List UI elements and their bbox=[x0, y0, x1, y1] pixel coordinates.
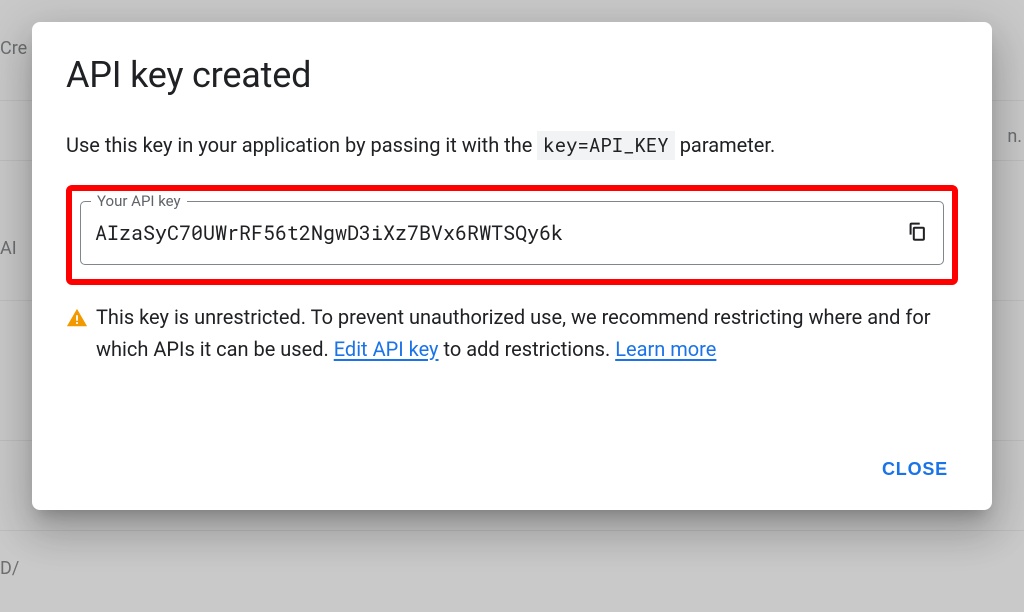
backdrop-text: Cre bbox=[0, 38, 27, 59]
backdrop-divider bbox=[0, 530, 1024, 531]
copy-button[interactable] bbox=[903, 219, 931, 247]
copy-icon bbox=[906, 220, 928, 245]
warning-icon bbox=[66, 306, 88, 338]
modal-title: API key created bbox=[66, 54, 958, 96]
api-key-field: Your API key AIzaSyC70UWrRF56t2NgwD3iXz7… bbox=[80, 201, 944, 265]
backdrop-text: AI bbox=[0, 238, 17, 259]
warning-block: This key is unrestricted. To prevent una… bbox=[66, 301, 958, 365]
edit-api-key-link[interactable]: Edit API key bbox=[334, 337, 439, 361]
description-prefix: Use this key in your application by pass… bbox=[66, 133, 537, 157]
modal-description: Use this key in your application by pass… bbox=[66, 130, 958, 161]
warning-text-middle: to add restrictions. bbox=[439, 337, 616, 361]
api-key-value[interactable]: AIzaSyC70UWrRF56t2NgwD3iXz7BVx6RWTSQy6k bbox=[95, 220, 563, 246]
backdrop-text: D/ bbox=[0, 558, 19, 579]
description-suffix: parameter. bbox=[680, 133, 776, 157]
key-highlight-box: Your API key AIzaSyC70UWrRF56t2NgwD3iXz7… bbox=[66, 185, 958, 285]
warning-text: This key is unrestricted. To prevent una… bbox=[96, 301, 958, 365]
close-button[interactable]: CLOSE bbox=[872, 451, 958, 488]
api-key-created-modal: API key created Use this key in your app… bbox=[32, 22, 992, 510]
modal-actions: CLOSE bbox=[66, 451, 958, 488]
backdrop-text: n. bbox=[1007, 126, 1022, 147]
learn-more-link[interactable]: Learn more bbox=[615, 337, 716, 361]
api-key-field-label: Your API key bbox=[91, 192, 187, 210]
code-param: key=API_KEY bbox=[537, 131, 674, 160]
